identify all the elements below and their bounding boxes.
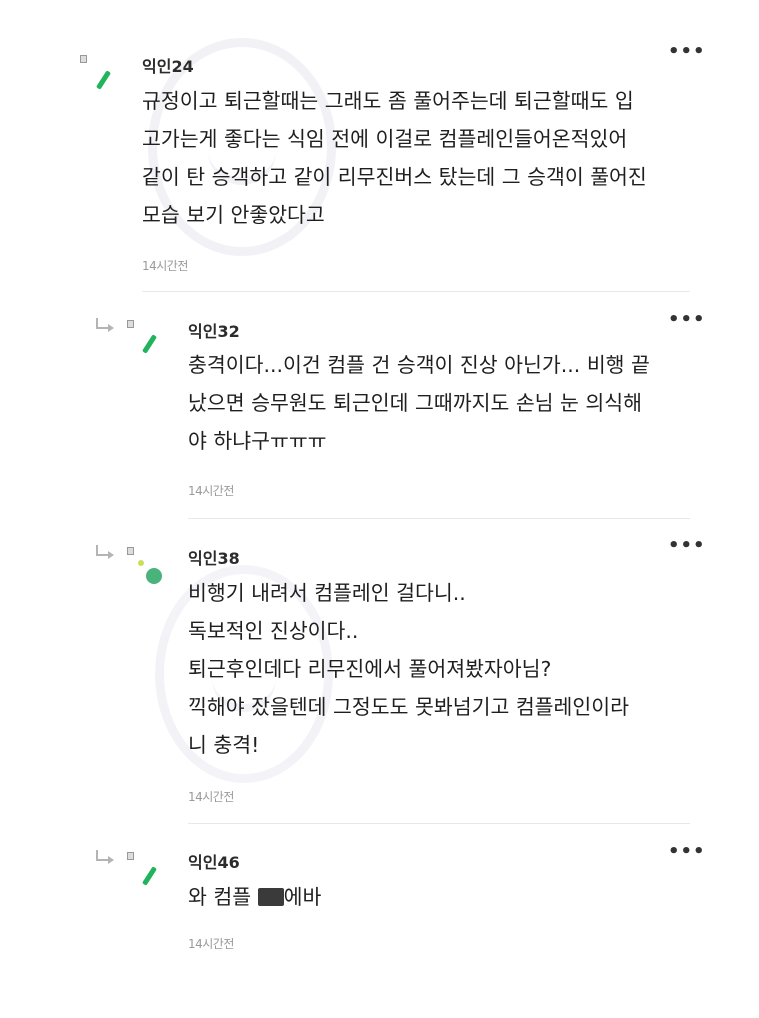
comment-nickname: 익인38 [188, 549, 240, 568]
comment-body: 비행기 내려서 컴플레인 걸다니.. 독보적인 진상이다.. 퇴근후인데다 리무진에… [188, 574, 629, 764]
comment-line: 고가는게 좋다는 식임 전에 이걸로 컴플레인들어온적있어 [142, 127, 628, 151]
more-options-icon[interactable]: ••• [668, 537, 706, 555]
comment-line: 규정이고 퇴근할때는 그래도 좀 풀어주는데 퇴근할때도 입 [142, 89, 634, 113]
comment-body: 충격이다...이건 컴플 건 승객이 진상 아닌가... 비행 끝났으면 승무원… [188, 346, 650, 460]
user-avatar-icon [141, 866, 158, 886]
comment-nickname: 익인46 [188, 853, 240, 872]
comment-line: 야 하냐구ㅠㅠㅠ [188, 429, 327, 453]
more-options-icon[interactable]: ••• [668, 843, 706, 861]
more-options-icon[interactable]: ••• [668, 43, 706, 61]
comment-line: 독보적인 진상이다.. [188, 619, 359, 643]
comment-timestamp: 14시간전 [142, 259, 188, 273]
censored-word-block [257, 888, 284, 906]
user-avatar-icon [95, 70, 112, 90]
comment-divider [188, 518, 690, 519]
reply-arrow-icon [96, 318, 114, 332]
comment-line: 모습 보기 안좋았다고 [142, 203, 325, 227]
user-avatar-icon [141, 334, 158, 354]
comment-timestamp: 14시간전 [188, 937, 234, 951]
comment-divider [188, 823, 690, 824]
comment-body: 와 컴플 에바 [188, 878, 321, 916]
comment-body: 규정이고 퇴근할때는 그래도 좀 풀어주는데 퇴근할때도 입고가는게 좋다는 식… [142, 82, 647, 234]
reply-arrow-icon [96, 850, 114, 864]
comment-marker-icon [127, 852, 134, 860]
comment-line: 같이 탄 승객하고 같이 리무진버스 탔는데 그 승객이 풀어진 [142, 165, 647, 189]
comment-text-part: 와 컴플 [188, 885, 258, 909]
comment-marker-icon [80, 55, 87, 63]
comment-line: 비행기 내려서 컴플레인 걸다니.. [188, 581, 466, 605]
comment-line: 났으면 승무원도 퇴근인데 그때까지도 손님 눈 의식해 [188, 391, 643, 415]
comment-text-part: 에바 [283, 885, 322, 909]
more-options-icon[interactable]: ••• [668, 311, 706, 329]
reply-arrow-icon [96, 545, 114, 559]
comment-timestamp: 14시간전 [188, 790, 234, 804]
comment-timestamp: 14시간전 [188, 484, 234, 498]
comment-line: 끽해야 잤을텐데 그정도도 못봐넘기고 컴플레인이라 [188, 695, 629, 719]
comment-line: 니 충격! [188, 733, 260, 757]
comment-line: 퇴근후인데다 리무진에서 풀어져봤자아님? [188, 657, 552, 681]
comment-nickname: 익인32 [188, 322, 240, 341]
comment-marker-icon [127, 320, 134, 328]
comment-nickname: 익인24 [142, 57, 194, 76]
comment-marker-icon [127, 547, 134, 555]
comment-divider [142, 291, 690, 292]
user-avatar-icon [138, 560, 162, 584]
comment-line: 충격이다...이건 컴플 건 승객이 진상 아닌가... 비행 끝 [188, 353, 650, 377]
